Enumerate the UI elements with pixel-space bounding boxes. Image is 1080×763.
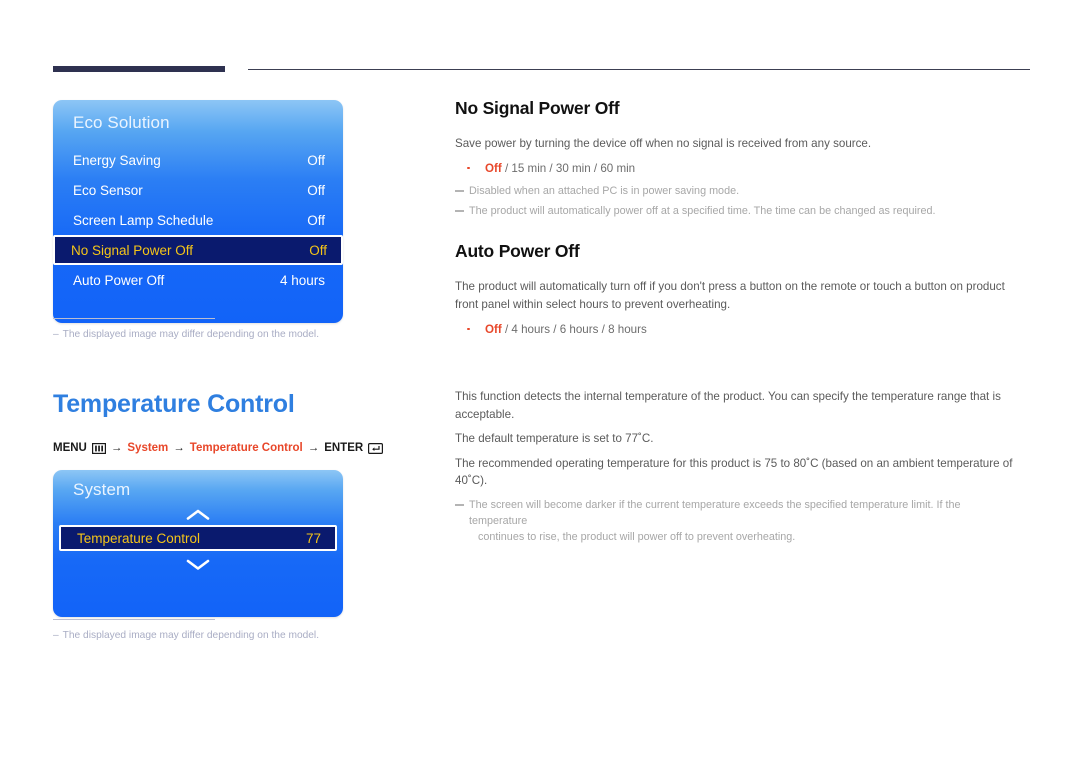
footnote-text: The displayed image may differ depending… <box>62 630 320 641</box>
osd-panel-title: Eco Solution <box>73 113 170 132</box>
osd-row-label: Energy Saving <box>73 152 161 168</box>
chevron-down-icon[interactable] <box>53 558 343 571</box>
note-text: The product will automatically power off… <box>469 205 936 218</box>
option-primary: Off <box>485 322 502 336</box>
osd-row-selected[interactable]: No Signal Power Off Off <box>53 235 343 265</box>
note-text: The screen will become darker if the cur… <box>469 499 961 528</box>
enter-label: ENTER <box>324 442 364 454</box>
osd-panel-system: System Temperature Control 77 <box>53 470 343 617</box>
osd-row-label: Screen Lamp Schedule <box>73 212 214 228</box>
panel-footnote: – The displayed image may differ dependin… <box>53 318 353 342</box>
osd-row-list: Temperature Control 77 <box>53 525 343 551</box>
enter-key-icon <box>368 442 384 454</box>
osd-row-label: Auto Power Off <box>73 272 165 288</box>
panel-footnote: – The displayed image may differ dependin… <box>53 619 353 643</box>
osd-row[interactable]: Energy Saving Off <box>53 145 343 175</box>
osd-row-value: 4 hours <box>279 272 325 288</box>
osd-row-selected[interactable]: Temperature Control 77 <box>59 525 337 551</box>
option-rest: / 4 hours / 6 hours / 8 hours <box>501 322 647 336</box>
osd-row-list: Energy Saving Off Eco Sensor Off Screen … <box>53 145 343 295</box>
document-page: Eco Solution Energy Saving Off Eco Senso… <box>0 0 1080 763</box>
breadcrumb-arrow: → <box>110 442 123 454</box>
list-item: Off / 15 min / 30 min / 60 min <box>455 160 1015 177</box>
section-body: Save power by turning the device off whe… <box>455 137 872 150</box>
menu-label: MENU <box>53 442 87 454</box>
osd-row-value: Off <box>309 242 327 258</box>
footnote-text-wrap: – The displayed image may differ dependin… <box>53 328 353 342</box>
osd-row-label: Eco Sensor <box>73 182 143 198</box>
note-line: The screen will become darker if the cur… <box>455 497 1015 546</box>
options-list: Off / 15 min / 30 min / 60 min <box>455 160 1015 177</box>
osd-row-value: Off <box>307 152 325 168</box>
breadcrumb-arrow: → <box>307 442 320 454</box>
osd-panel-eco-solution: Eco Solution Energy Saving Off Eco Senso… <box>53 100 343 323</box>
option-primary: Off <box>485 161 502 175</box>
breadcrumb-step-temperature-control: Temperature Control <box>189 442 303 454</box>
osd-row-value: 77 <box>305 530 321 546</box>
option-rest: / 15 min / 30 min / 60 min <box>501 161 636 175</box>
options-list: Off / 4 hours / 6 hours / 8 hours <box>455 321 1015 338</box>
osd-row-label: Temperature Control <box>77 530 201 546</box>
temp-line: The recommended operating temperature fo… <box>455 456 1013 488</box>
section-heading: Auto Power Off <box>455 241 580 262</box>
footnote-text-wrap: – The displayed image may differ dependin… <box>53 629 353 643</box>
footnote-rule <box>53 318 215 319</box>
chevron-up-icon[interactable] <box>53 508 343 521</box>
header-rule-thick <box>53 66 225 72</box>
page-title: Temperature Control <box>53 390 295 418</box>
menu-grid-icon <box>91 442 106 454</box>
footnote-dash: – <box>53 329 59 340</box>
breadcrumb-step-system: System <box>127 442 169 454</box>
header-rule-thin <box>248 69 1030 70</box>
note-line: Disabled when an attached PC is in power… <box>455 183 1015 199</box>
section-heading: No Signal Power Off <box>455 98 620 118</box>
footnote-rule <box>53 619 215 620</box>
footnote-dash: – <box>53 630 59 641</box>
osd-row-value: Off <box>307 212 325 228</box>
main-content: No Signal Power Off Save power by turnin… <box>455 98 1015 338</box>
note-text: Disabled when an attached PC is in power… <box>469 185 740 197</box>
list-item: Off / 4 hours / 6 hours / 8 hours <box>455 321 1015 338</box>
osd-panel-title: System <box>73 480 131 499</box>
section-no-signal-power-off: No Signal Power Off Save power by turnin… <box>455 98 1015 219</box>
osd-row[interactable]: Screen Lamp Schedule Off <box>53 205 343 235</box>
note-text-continuation: continues to rise, the product will powe… <box>478 531 796 544</box>
section-body: The product will automatically turn off … <box>455 280 1005 311</box>
temp-line: The default temperature is set to 77˚C. <box>455 432 654 446</box>
osd-row[interactable]: Auto Power Off 4 hours <box>53 265 343 295</box>
osd-row[interactable]: Eco Sensor Off <box>53 175 343 205</box>
temp-line: This function detects the internal tempe… <box>455 390 1001 421</box>
osd-row-value: Off <box>307 182 325 198</box>
osd-row-label: No Signal Power Off <box>71 242 194 258</box>
section-auto-power-off: Auto Power Off The product will automati… <box>455 241 1015 338</box>
note-line: The product will automatically power off… <box>455 203 1015 219</box>
footnote-text: The displayed image may differ depending… <box>62 329 320 340</box>
breadcrumb-arrow: → <box>173 442 185 454</box>
breadcrumb: MENU → System → Temperature Control → EN… <box>53 442 384 454</box>
section-temperature-control-body: This function detects the internal tempe… <box>455 388 1015 546</box>
